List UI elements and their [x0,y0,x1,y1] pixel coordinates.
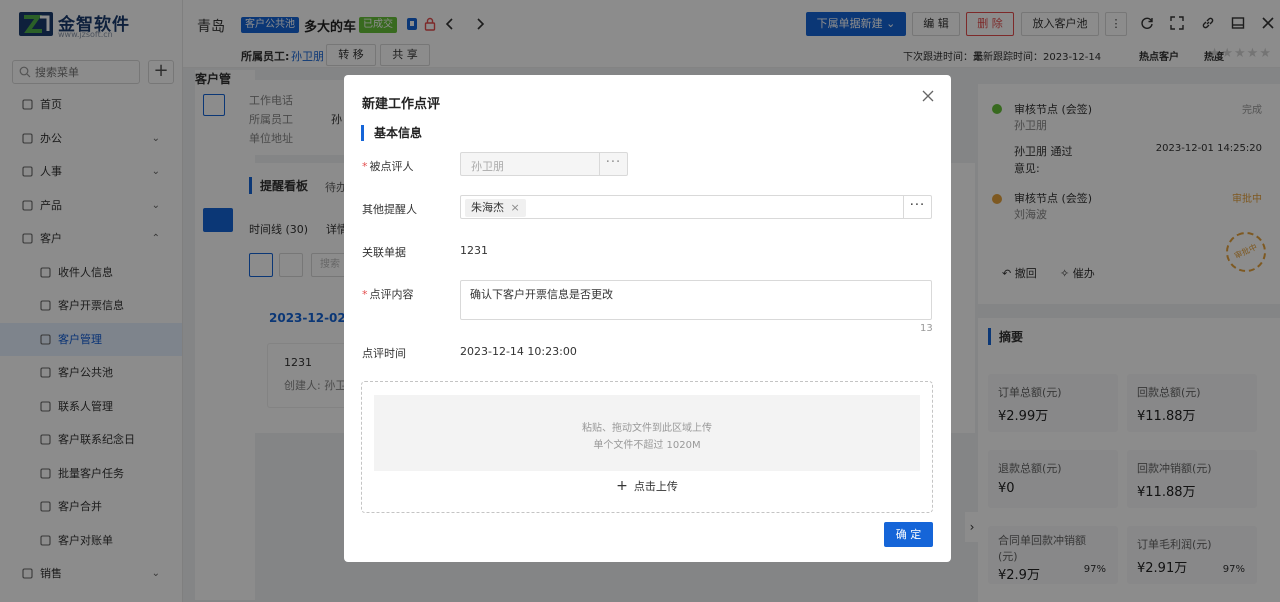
other-reminder-field[interactable]: 朱海杰 × ··· [460,195,932,219]
plus-icon: + [616,478,628,494]
char-counter: 13 [920,323,933,334]
review-time-label: 点评时间 [362,347,406,360]
review-time-value: 2023-12-14 10:23:00 [460,345,577,358]
required-mark: * [362,160,368,173]
reviewee-label-text: 被点评人 [369,160,414,173]
dialog-title: 新建工作点评 [362,97,441,112]
related-doc-value: 1231 [460,244,488,257]
new-work-review-dialog: 新建工作点评 基本信息 * 被点评人 孙卫朋 ··· 其他提醒人 朱海杰 × ··… [344,75,951,562]
review-content-textarea[interactable]: 确认下客户开票信息是否更改 [460,280,932,320]
reviewee-picker-button[interactable]: ··· [599,153,627,175]
drop-area[interactable]: 粘贴、拖动文件到此区域上传 单个文件不超过 1020M [374,395,920,471]
reminder-chip-label: 朱海杰 [471,201,504,214]
related-doc-label: 关联单据 [362,246,406,259]
upload-zone[interactable]: 粘贴、拖动文件到此区域上传 单个文件不超过 1020M + 点击上传 [361,381,933,513]
section-basic-info: 基本信息 [361,125,422,141]
close-icon[interactable] [921,89,935,103]
reviewee-field[interactable]: 孙卫朋 ··· [460,152,628,176]
chip-remove-icon[interactable]: × [511,201,520,214]
review-content-label-text: 点评内容 [369,288,414,301]
upload-limit: 单个文件不超过 1020M [593,440,701,451]
reviewee-label: * 被点评人 [362,158,414,174]
other-reminder-label: 其他提醒人 [362,203,417,216]
click-upload-label: 点击上传 [633,480,678,493]
review-content-label: * 点评内容 [362,286,414,302]
reminder-picker-button[interactable]: ··· [903,196,931,218]
reminder-chip: 朱海杰 × [465,199,526,217]
click-upload-button[interactable]: + 点击上传 [362,478,932,494]
review-content-text: 确认下客户开票信息是否更改 [470,288,613,301]
confirm-button[interactable]: 确 定 [884,522,933,547]
reviewee-value: 孙卫朋 [471,160,504,173]
upload-hint: 粘贴、拖动文件到此区域上传 [582,423,712,434]
required-mark: * [362,288,368,301]
